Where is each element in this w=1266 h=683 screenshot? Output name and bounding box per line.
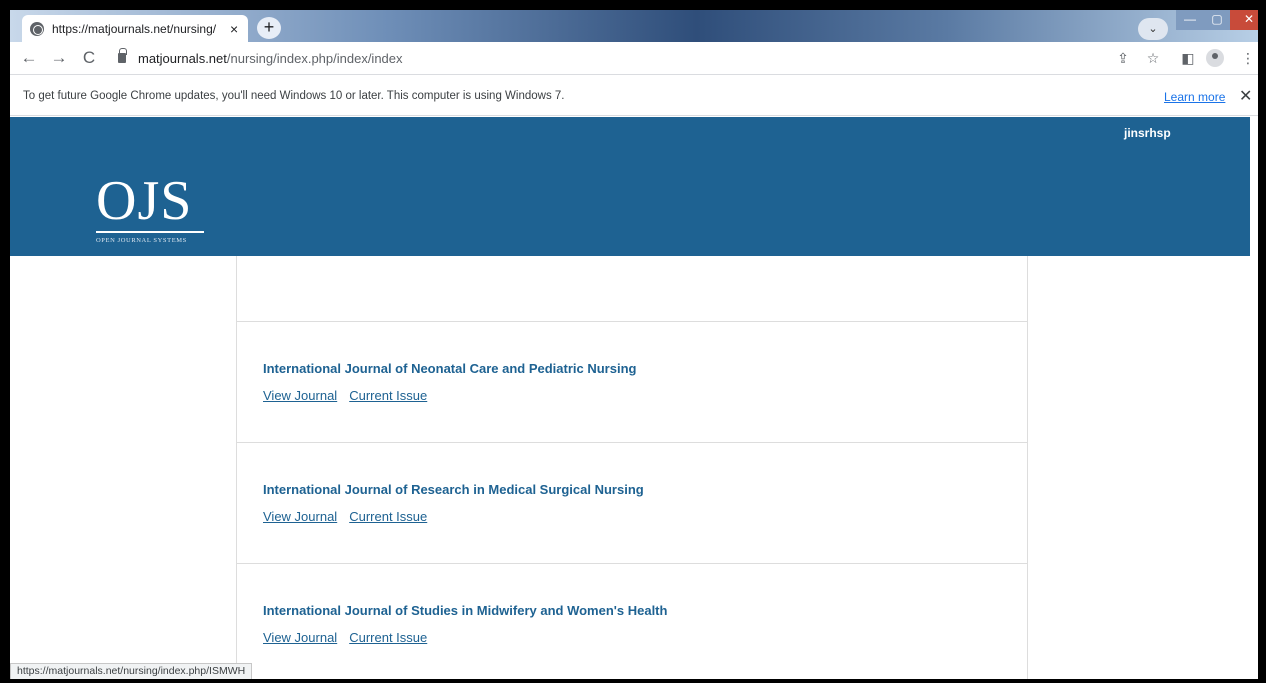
- bookmark-star-icon[interactable]: ☆: [1143, 48, 1163, 68]
- frame-border-left: [0, 0, 10, 683]
- profile-avatar-icon[interactable]: [1206, 49, 1224, 67]
- window-maximize-button[interactable]: ▢: [1204, 10, 1230, 30]
- reload-icon[interactable]: C: [78, 47, 100, 69]
- info-bar-message: To get future Google Chrome updates, you…: [23, 90, 565, 102]
- view-journal-link[interactable]: View Journal: [263, 388, 337, 403]
- page-viewport: OJS OPEN JOURNAL SYSTEMS jinsrhsp Intern…: [10, 117, 1250, 679]
- logo-text: OJS: [96, 170, 193, 232]
- learn-more-link[interactable]: Learn more: [1164, 90, 1225, 104]
- new-tab-button[interactable]: +: [257, 17, 281, 39]
- url-path: /nursing/index.php/index/index: [226, 51, 403, 66]
- current-issue-link[interactable]: Current Issue: [349, 509, 427, 524]
- url-host: matjournals.net: [138, 51, 227, 66]
- browser-tab[interactable]: https://matjournals.net/nursing/ ×: [22, 15, 248, 42]
- browser-menu-icon[interactable]: ⋮: [1238, 48, 1258, 68]
- user-menu[interactable]: jinsrhsp: [1124, 126, 1171, 140]
- frame-border-bottom: [0, 679, 1266, 683]
- view-journal-link[interactable]: View Journal: [263, 630, 337, 645]
- tab-search-button[interactable]: ⌄: [1138, 18, 1168, 40]
- logo-subtitle: OPEN JOURNAL SYSTEMS: [96, 237, 187, 244]
- ojs-logo[interactable]: OJS OPEN JOURNAL SYSTEMS: [96, 173, 216, 253]
- frame-border-top: [0, 0, 1266, 10]
- update-info-bar: To get future Google Chrome updates, you…: [10, 76, 1258, 116]
- link-status-bubble: https://matjournals.net/nursing/index.ph…: [10, 663, 253, 680]
- site-header: OJS OPEN JOURNAL SYSTEMS jinsrhsp: [10, 117, 1250, 256]
- globe-icon: [30, 21, 44, 36]
- journal-list: International Journal of Neonatal Care a…: [236, 256, 1028, 679]
- window-minimize-button[interactable]: —: [1176, 10, 1204, 30]
- journal-item: International Journal of Neonatal Care a…: [237, 321, 1027, 442]
- journal-title-link[interactable]: International Journal of Research in Med…: [263, 482, 644, 497]
- current-issue-link[interactable]: Current Issue: [349, 630, 427, 645]
- journal-links: View Journal Current Issue: [263, 388, 439, 403]
- side-panel-icon[interactable]: ◧: [1178, 48, 1198, 68]
- current-issue-link[interactable]: Current Issue: [349, 388, 427, 403]
- view-journal-link[interactable]: View Journal: [263, 509, 337, 524]
- journal-links: View Journal Current Issue: [263, 509, 439, 524]
- journal-title-link[interactable]: International Journal of Studies in Midw…: [263, 603, 667, 618]
- browser-tab-strip: https://matjournals.net/nursing/ × + ⌄ —…: [10, 10, 1266, 42]
- browser-toolbar: ← → C matjournals.net/nursing/index.php/…: [10, 42, 1258, 75]
- frame-border-right: [1258, 0, 1266, 683]
- lock-icon[interactable]: [118, 48, 127, 63]
- back-arrow-icon[interactable]: ←: [18, 47, 40, 69]
- journal-title-link[interactable]: International Journal of Neonatal Care a…: [263, 361, 636, 376]
- tab-title: https://matjournals.net/nursing/: [52, 21, 217, 36]
- journal-item: International Journal of Research in Med…: [237, 442, 1027, 563]
- info-bar-close-icon[interactable]: ✕: [1239, 86, 1252, 106]
- screenshot-frame: https://matjournals.net/nursing/ × + ⌄ —…: [0, 0, 1266, 683]
- share-icon[interactable]: ⇪: [1113, 48, 1133, 68]
- forward-arrow-icon[interactable]: →: [48, 47, 70, 69]
- tab-close-icon[interactable]: ×: [230, 21, 238, 37]
- address-bar[interactable]: matjournals.net/nursing/index.php/index/…: [138, 51, 403, 66]
- journal-links: View Journal Current Issue: [263, 630, 439, 645]
- journal-item: International Journal of Studies in Midw…: [237, 563, 1027, 679]
